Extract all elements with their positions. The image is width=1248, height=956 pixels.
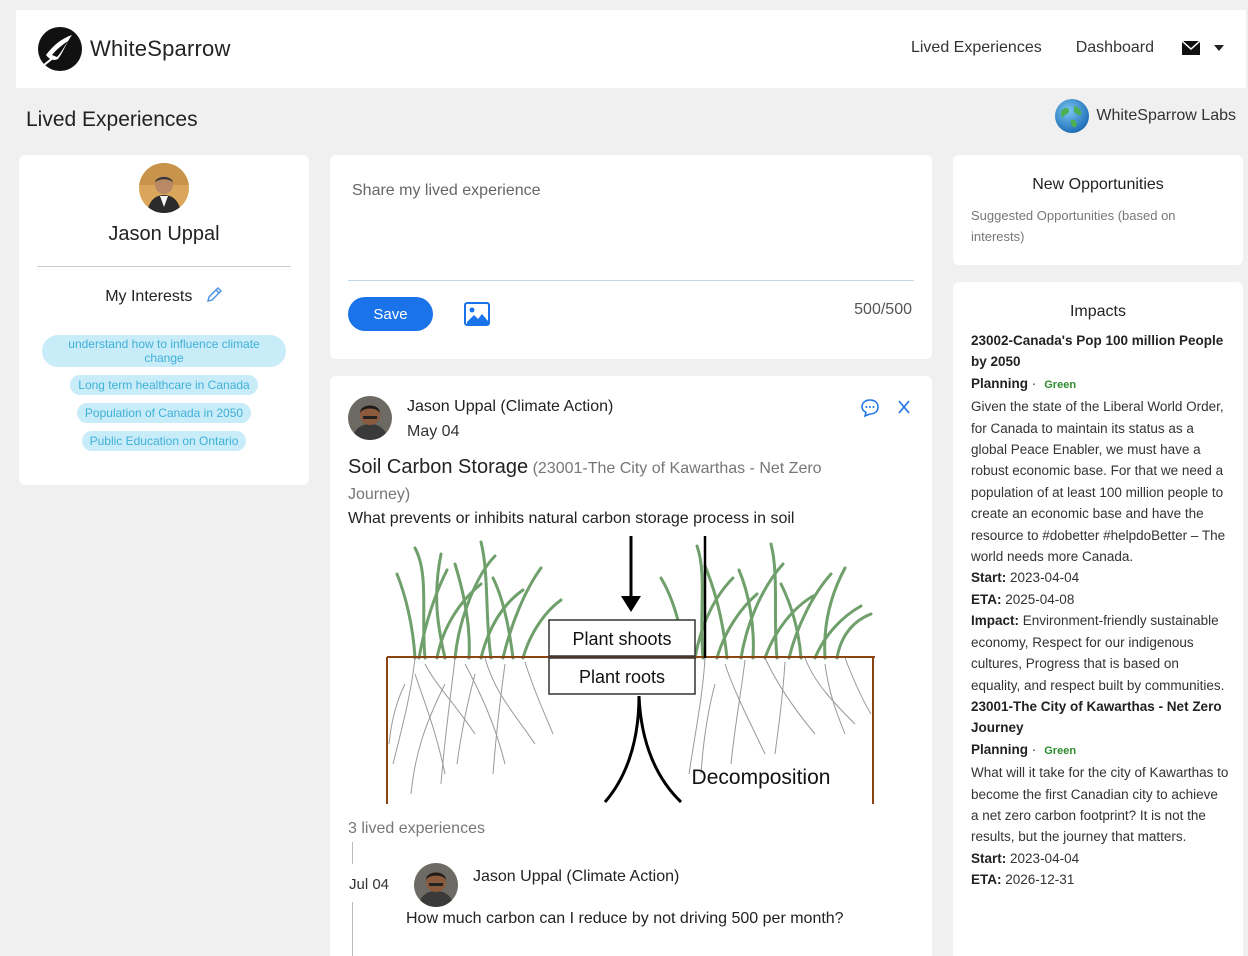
post-card: Jason Uppal (Climate Action) May 04 Soil… [330, 376, 932, 956]
compose-underline [348, 280, 914, 281]
avatar[interactable] [414, 863, 458, 907]
impact-eta-row: ETA: 2025-04-08 [971, 589, 1229, 610]
impact-status-row: Planning · Green [971, 741, 1077, 757]
start-label: Start: [971, 570, 1007, 586]
reply-author[interactable]: Jason Uppal (Climate Action) [473, 868, 679, 886]
eta-label: ETA: [971, 591, 1002, 607]
compose-input[interactable]: Share my lived experience [352, 182, 541, 200]
impact-status-row: Planning · Green [971, 375, 1077, 391]
impact-name[interactable]: 23002-Canada's Pop 100 million People by… [971, 330, 1229, 373]
mail-icon[interactable] [1182, 41, 1200, 55]
impact-label: Impact: [971, 613, 1020, 629]
impact-status: Planning [971, 375, 1028, 391]
sparrow-logo-icon [38, 27, 82, 71]
impact-eta-row: ETA: 2026-12-31 [971, 869, 1229, 890]
impact-eta: 2026-12-31 [1005, 872, 1075, 888]
compose-card: Share my lived experience Save 500/500 [330, 155, 932, 359]
timeline-line [352, 842, 353, 864]
divider [37, 266, 291, 267]
save-button[interactable]: Save [348, 297, 433, 331]
brand[interactable]: WhiteSparrow [36, 25, 231, 73]
impact-start-row: Start: 2023-04-04 [971, 848, 1229, 869]
avatar[interactable] [139, 163, 189, 213]
image-upload-icon[interactable] [464, 302, 490, 326]
labs-name: WhiteSparrow Labs [1096, 107, 1236, 124]
post-title-text: Soil Carbon Storage [348, 456, 529, 478]
soil-carbon-diagram: Plant shoots Plant roots Decomposition [386, 536, 875, 804]
impact-impact-row: Impact: Environment-friendly sustainable… [971, 610, 1229, 696]
reply-text: How much carbon can I reduce by not driv… [406, 910, 844, 927]
opportunities-title: New Opportunities [1032, 176, 1164, 193]
account-dropdown-caret-icon[interactable] [1214, 45, 1224, 51]
brand-name: WhiteSparrow [90, 36, 231, 61]
impact-item: 23002-Canada's Pop 100 million People by… [971, 330, 1229, 696]
impact-badge: Green [1044, 744, 1077, 757]
impact-item: 23001-The City of Kawarthas - Net Zero J… [971, 696, 1229, 891]
impact-start: 2023-04-04 [1010, 570, 1080, 586]
impacts-list: 23002-Canada's Pop 100 million People by… [971, 330, 1229, 891]
decomposition-label: Decomposition [692, 766, 831, 789]
impact-status: Planning [971, 741, 1028, 757]
decomposition-curves [603, 695, 683, 804]
labs-link[interactable]: WhiteSparrow Labs [1054, 98, 1236, 134]
post-description: What prevents or inhibits natural carbon… [348, 510, 795, 527]
impact-start-row: Start: 2023-04-04 [971, 567, 1229, 588]
pencil-edit-icon[interactable] [205, 286, 223, 304]
eta-label: ETA: [971, 872, 1002, 888]
interest-tag[interactable]: Public Education on Ontario [81, 431, 247, 451]
impact-eta: 2025-04-08 [1005, 591, 1075, 607]
profile-name: Jason Uppal [108, 223, 220, 245]
post-author[interactable]: Jason Uppal (Climate Action) [407, 398, 613, 416]
opportunities-card: New Opportunities Suggested Opportunitie… [953, 155, 1243, 265]
reply-date: Jul 04 [349, 876, 390, 893]
opportunities-subtitle: Suggested Opportunities (based on intere… [971, 208, 1176, 244]
timeline-line [352, 902, 353, 956]
comment-icon[interactable] [860, 398, 880, 418]
interests-heading: My Interests [19, 286, 309, 306]
lived-experience-count[interactable]: 3 lived experiences [348, 820, 485, 838]
avatar[interactable] [348, 396, 392, 440]
globe-icon [1055, 99, 1090, 133]
navbar: WhiteSparrow Lived Experiences Dashboard [16, 10, 1246, 88]
close-icon[interactable] [896, 398, 912, 416]
profile-card: Jason Uppal My Interests understand how … [19, 155, 309, 485]
interest-tag[interactable]: Long term healthcare in Canada [70, 375, 258, 395]
impact-description: Given the state of the Liberal World Ord… [971, 399, 1226, 565]
impacts-title: Impacts [1069, 303, 1126, 320]
interest-tags: understand how to influence climate chan… [19, 335, 309, 459]
plant-shoots-label: Plant shoots [572, 629, 671, 649]
nav-dashboard[interactable]: Dashboard [1076, 39, 1154, 57]
plant-roots-label: Plant roots [579, 667, 665, 687]
impacts-card: Impacts 23002-Canada's Pop 100 million P… [953, 282, 1243, 956]
start-label: Start: [971, 850, 1007, 866]
interest-tag[interactable]: understand how to influence climate chan… [42, 335, 286, 367]
impact-name[interactable]: 23001-The City of Kawarthas - Net Zero J… [971, 696, 1229, 739]
post-title: Soil Carbon Storage (23001-The City of K… [348, 454, 888, 508]
interest-tag[interactable]: Population of Canada in 2050 [76, 403, 252, 423]
impact-badge: Green [1044, 378, 1077, 391]
impact-start: 2023-04-04 [1010, 850, 1080, 866]
page-title: Lived Experiences [26, 108, 198, 131]
character-counter: 500/500 [854, 301, 912, 318]
nav-lived-experiences[interactable]: Lived Experiences [911, 39, 1042, 57]
post-date: May 04 [407, 423, 460, 440]
interests-title: My Interests [105, 288, 193, 305]
impact-description: What will it take for the city of Kawart… [971, 765, 1229, 845]
nav-links: Lived Experiences Dashboard [877, 39, 1224, 57]
